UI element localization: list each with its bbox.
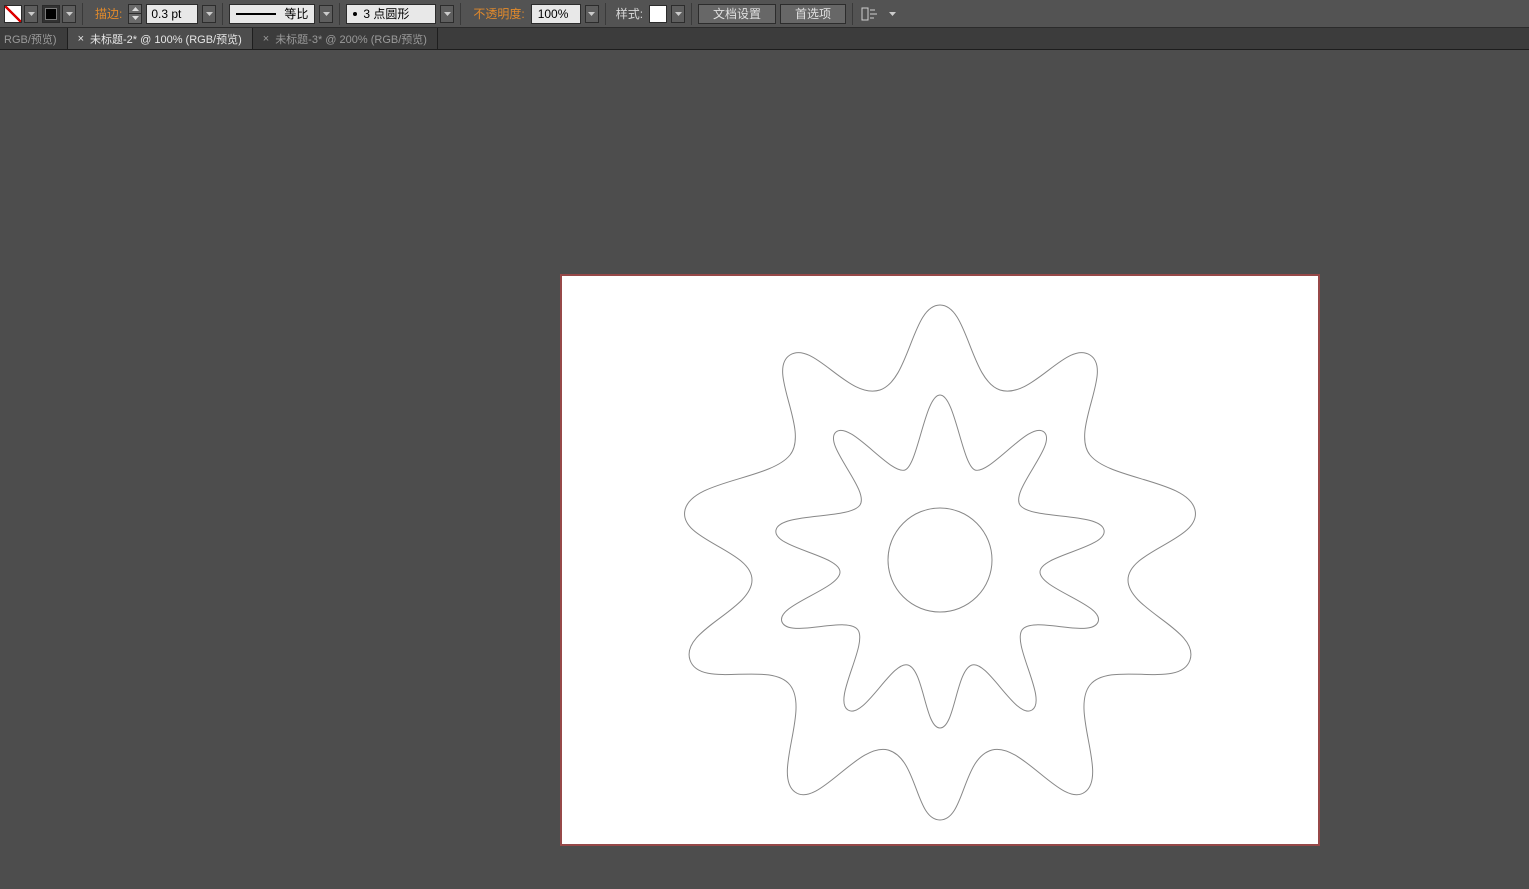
style-swatch[interactable] [649, 5, 667, 23]
tab-title: 未标题-3* @ 200% (RGB/预览) [275, 31, 427, 47]
artboard[interactable] [560, 274, 1320, 846]
brush-dropdown[interactable] [440, 5, 454, 23]
brush-dot-icon [353, 12, 357, 16]
document-setup-button[interactable]: 文档设置 [698, 4, 776, 24]
document-tabs: RGB/预览) × 未标题-2* @ 100% (RGB/预览) × 未标题-3… [0, 28, 1529, 50]
fill-swatch-group [4, 5, 38, 23]
separator [691, 3, 692, 25]
opacity-field: 100% [538, 7, 569, 21]
tab-title: RGB/预览) [4, 31, 57, 47]
canvas-area[interactable] [0, 50, 1529, 889]
options-bar: 描边: 等比 3 点圆形 不透明度: 100% 样式: 文档设置 首选项 [0, 0, 1529, 28]
tab-doc-2[interactable]: × 未标题-2* @ 100% (RGB/预览) [68, 28, 253, 49]
stroke-label: 描边: [89, 5, 124, 22]
tab-title: 未标题-2* @ 100% (RGB/预览) [90, 31, 242, 47]
opacity-dropdown[interactable] [585, 5, 599, 23]
brush-combo[interactable]: 3 点圆形 [346, 4, 436, 24]
separator [852, 3, 853, 25]
tab-doc-3[interactable]: × 未标题-3* @ 200% (RGB/预览) [253, 28, 438, 49]
fill-none-swatch[interactable] [4, 5, 22, 23]
stroke-weight-input[interactable] [146, 4, 198, 24]
preferences-button[interactable]: 首选项 [780, 4, 846, 24]
width-profile-label: 等比 [284, 5, 308, 22]
width-profile-combo[interactable]: 等比 [229, 4, 315, 24]
stroke-dropdown[interactable] [62, 5, 76, 23]
separator [222, 3, 223, 25]
align-dropdown[interactable] [885, 5, 899, 23]
stroke-swatch[interactable] [42, 5, 60, 23]
close-icon[interactable]: × [78, 33, 84, 45]
separator [339, 3, 340, 25]
stroke-weight-dropdown[interactable] [202, 5, 216, 23]
brush-label: 3 点圆形 [363, 5, 409, 22]
separator [82, 3, 83, 25]
stroke-weight-stepper[interactable] [128, 4, 142, 24]
stroke-swatch-group [42, 5, 76, 23]
separator [605, 3, 606, 25]
tab-doc-1[interactable]: RGB/预览) [0, 28, 68, 49]
opacity-value[interactable]: 100% [531, 4, 581, 24]
separator [460, 3, 461, 25]
fill-dropdown[interactable] [24, 5, 38, 23]
flower-shape[interactable] [670, 290, 1210, 830]
profile-line-icon [236, 13, 276, 15]
opacity-label: 不透明度: [467, 5, 526, 22]
close-icon[interactable]: × [263, 33, 269, 45]
width-profile-dropdown[interactable] [319, 5, 333, 23]
style-dropdown[interactable] [671, 5, 685, 23]
style-label: 样式: [612, 5, 645, 22]
align-similar-icon[interactable] [859, 4, 881, 24]
